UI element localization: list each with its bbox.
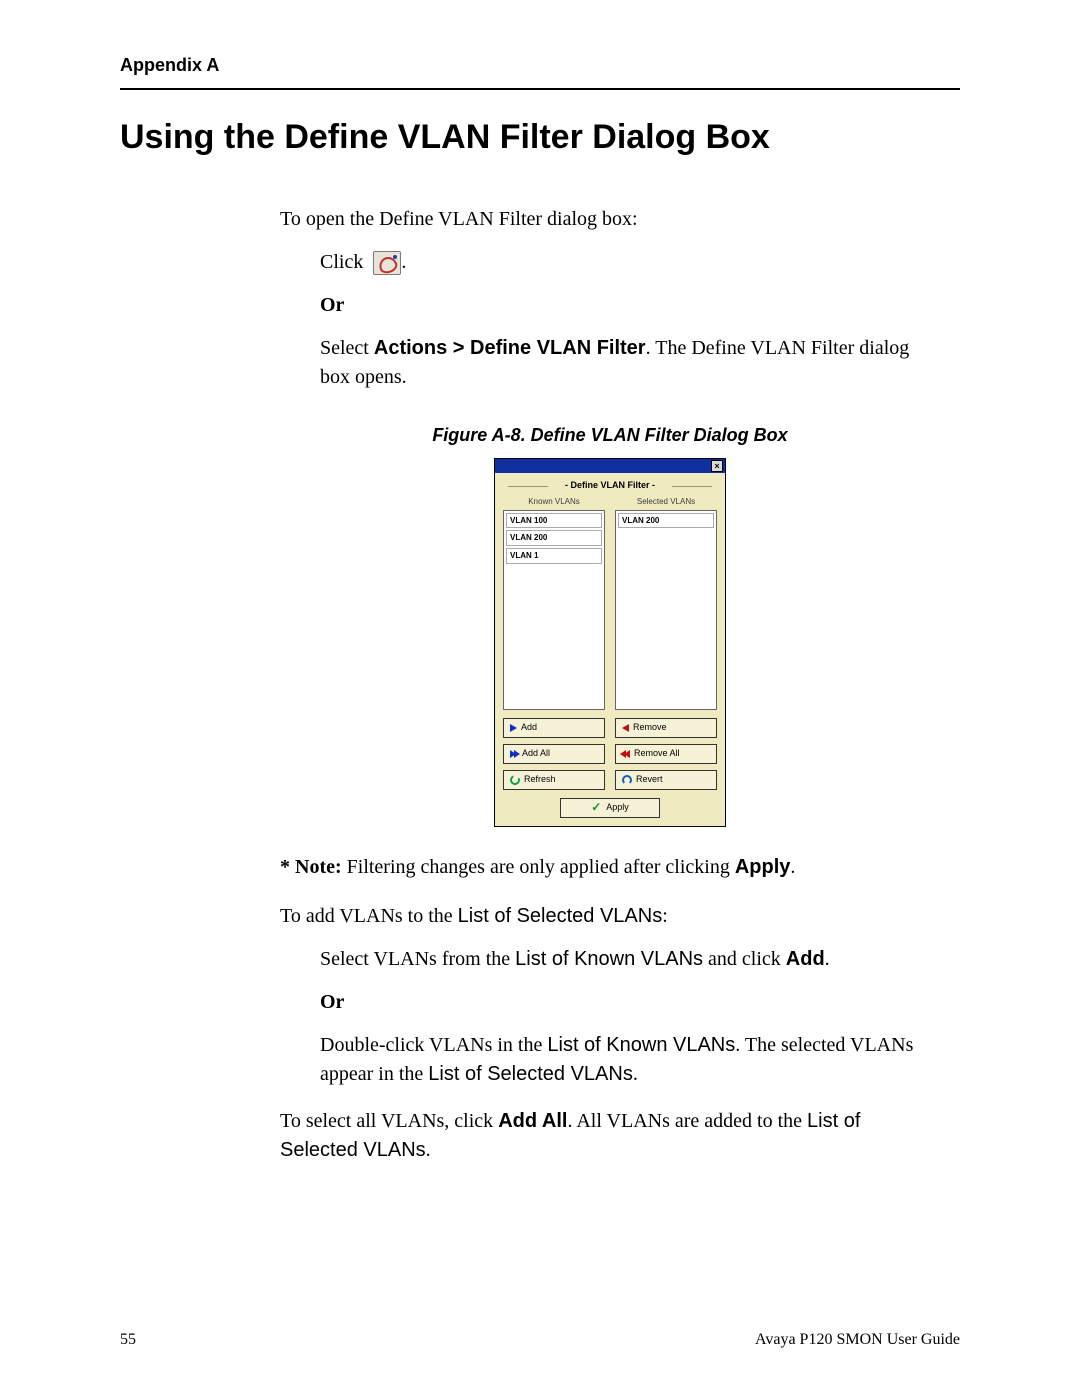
check-icon: ✓ (591, 799, 601, 816)
select-menu-path: Actions > Define VLAN Filter (374, 337, 646, 359)
selected-vlans-column: Selected VLANs VLAN 200 (615, 496, 717, 710)
note-line: * Note: Filtering changes are only appli… (280, 853, 940, 882)
page-number: 55 (120, 1331, 136, 1349)
known-vlans-listbox[interactable]: VLAN 100 VLAN 200 VLAN 1 (503, 510, 605, 710)
refresh-button-label: Refresh (524, 773, 556, 786)
click-instruction: Click . (320, 248, 940, 277)
add-all-button-label: Add All (522, 747, 550, 760)
remove-button-label: Remove (633, 721, 667, 734)
known-vlans-column: Known VLANs VLAN 100 VLAN 200 VLAN 1 (503, 496, 605, 710)
page-footer: 55 Avaya P120 SMON User Guide (120, 1331, 960, 1349)
add-step-1: Select VLANs from the List of Known VLAN… (320, 945, 940, 974)
document-page: Appendix A Using the Define VLAN Filter … (0, 0, 1080, 1397)
click-suffix: . (401, 251, 406, 273)
close-icon[interactable]: × (711, 460, 723, 472)
note-apply-word: Apply (735, 856, 791, 878)
selected-vlans-listbox[interactable]: VLAN 200 (615, 510, 717, 710)
refresh-icon (509, 773, 522, 786)
add-all-button[interactable]: Add All (503, 744, 605, 764)
remove-all-button-label: Remove All (634, 747, 680, 760)
figure-caption: Figure A-8. Define VLAN Filter Dialog Bo… (280, 422, 940, 448)
dialog-titlebar: × (495, 459, 725, 473)
known-vlans-label: Known VLANs (503, 496, 605, 508)
intro-text: To open the Define VLAN Filter dialog bo… (280, 205, 940, 234)
apply-button-label: Apply (606, 801, 629, 814)
appendix-label: Appendix A (120, 55, 960, 76)
note-suffix: . (790, 856, 795, 878)
dialog-figure: × - Define VLAN Filter - Known VLANs VLA… (280, 458, 940, 827)
selected-vlans-label: Selected VLANs (615, 496, 717, 508)
select-prefix: Select (320, 337, 374, 359)
page-title: Using the Define VLAN Filter Dialog Box (120, 118, 960, 157)
revert-button[interactable]: Revert (615, 770, 717, 790)
dialog-heading: - Define VLAN Filter - (550, 479, 670, 492)
define-vlan-filter-dialog: × - Define VLAN Filter - Known VLANs VLA… (494, 458, 726, 827)
select-instruction: Select Actions > Define VLAN Filter. The… (320, 334, 940, 392)
revert-button-label: Revert (636, 773, 663, 786)
revert-icon (622, 775, 632, 785)
refresh-button[interactable]: Refresh (503, 770, 605, 790)
header-rule (120, 88, 960, 90)
remove-all-button[interactable]: Remove All (615, 744, 717, 764)
list-item[interactable]: VLAN 200 (618, 513, 714, 529)
add-intro: To add VLANs to the List of Selected VLA… (280, 902, 940, 931)
select-all-note: To select all VLANs, click Add All. All … (280, 1107, 940, 1165)
body-content: To open the Define VLAN Filter dialog bo… (280, 205, 940, 1165)
double-arrow-right-icon (510, 750, 518, 758)
or-label-2: Or (320, 988, 940, 1017)
click-label: Click (320, 251, 363, 273)
list-item[interactable]: VLAN 100 (506, 513, 602, 529)
list-item[interactable]: VLAN 200 (506, 530, 602, 546)
list-item[interactable]: VLAN 1 (506, 548, 602, 564)
add-button-label: Add (521, 721, 537, 734)
or-label-1: Or (320, 291, 940, 320)
arrow-right-icon (510, 724, 517, 732)
note-prefix: * Note: (280, 856, 342, 878)
filter-toolbar-icon[interactable] (373, 251, 401, 275)
add-step-2: Double-click VLANs in the List of Known … (320, 1031, 940, 1089)
add-button[interactable]: Add (503, 718, 605, 738)
double-arrow-left-icon (622, 750, 630, 758)
arrow-left-icon (622, 724, 629, 732)
guide-name: Avaya P120 SMON User Guide (755, 1331, 960, 1349)
note-body: Filtering changes are only applied after… (342, 856, 735, 878)
remove-button[interactable]: Remove (615, 718, 717, 738)
apply-button[interactable]: ✓ Apply (560, 798, 660, 818)
